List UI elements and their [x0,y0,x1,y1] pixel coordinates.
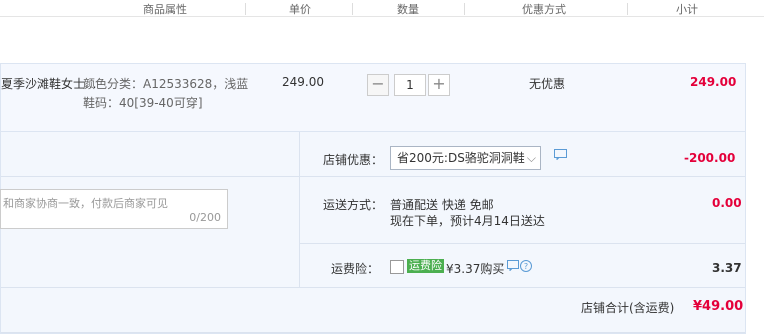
insurance-checkbox[interactable] [390,260,404,274]
header-divider [464,3,465,15]
panel-divider [299,132,300,287]
memo-char-counter: 0/200 [189,211,221,224]
item-subtotal: 249.00 [690,75,737,89]
chevron-down-icon: ⌵ [526,151,536,165]
cart-item-row: 夏季沙滩鞋女士... 颜色分类：A12533628，浅蓝 鞋码：40[39-40… [0,63,746,133]
insurance-tag: 运费险 [407,259,444,273]
item-promo: 无优惠 [529,77,566,91]
store-discount-select[interactable]: 省200元:DS骆驼洞洞鞋 ⌵ [390,146,541,170]
qty-input[interactable]: 1 [394,74,426,96]
header-divider [245,3,246,15]
qty-decrease-button[interactable]: − [367,74,389,96]
discount-select-value: 省200元:DS骆驼洞洞鞋 [397,151,525,165]
store-discount-label: 店铺优惠： [323,153,384,167]
insurance-price: ¥3.37购买 [446,262,505,276]
buyer-memo-textarea[interactable]: 和商家协商一致，付款后商家可见 0/200 [0,189,228,229]
row-divider [1,176,299,177]
insurance-label: 运费险： [331,262,380,276]
row-divider [299,176,745,177]
store-total-amount: ¥49.00 [693,299,744,314]
header-subtotal: 小计 [676,3,698,16]
header-divider [352,3,353,15]
row-divider [299,243,745,244]
shipping-method: 普通配送 快递 免邮 [390,198,494,212]
header-promo: 优惠方式 [522,3,566,16]
item-unit-price: 249.00 [282,75,324,89]
row-divider [1,287,745,288]
qty-increase-button[interactable]: + [428,74,450,96]
header-attr: 商品属性 [143,3,187,16]
header-price: 单价 [289,3,311,16]
item-attr-size: 鞋码：40[39-40可穿] [83,96,203,110]
store-total-label: 店铺合计(含运费) [581,301,675,315]
store-summary-panel: 和商家协商一致，付款后商家可见 0/200 店铺优惠： 省200元:DS骆驼洞洞… [0,131,746,334]
plus-icon: + [432,74,446,93]
header-divider [627,3,628,15]
insurance-amount: 3.37 [712,261,742,275]
shipping-eta: 现在下单，预计4月14日送达 [390,214,545,228]
shipping-amount: 0.00 [712,196,742,210]
store-discount-amount: -200.00 [684,151,736,165]
help-icon[interactable]: ? [520,260,532,275]
shipping-label: 运送方式： [323,198,384,212]
memo-placeholder: 和商家协商一致，付款后商家可见 [3,197,168,210]
message-icon[interactable] [507,260,519,274]
svg-text:?: ? [524,262,528,271]
header-qty: 数量 [397,3,419,16]
cart-table-header: 商品属性 单价 数量 优惠方式 小计 [0,0,764,17]
item-attr-color: 颜色分类：A12533628，浅蓝 [83,77,249,91]
message-icon[interactable] [554,149,567,163]
minus-icon: − [371,74,385,93]
